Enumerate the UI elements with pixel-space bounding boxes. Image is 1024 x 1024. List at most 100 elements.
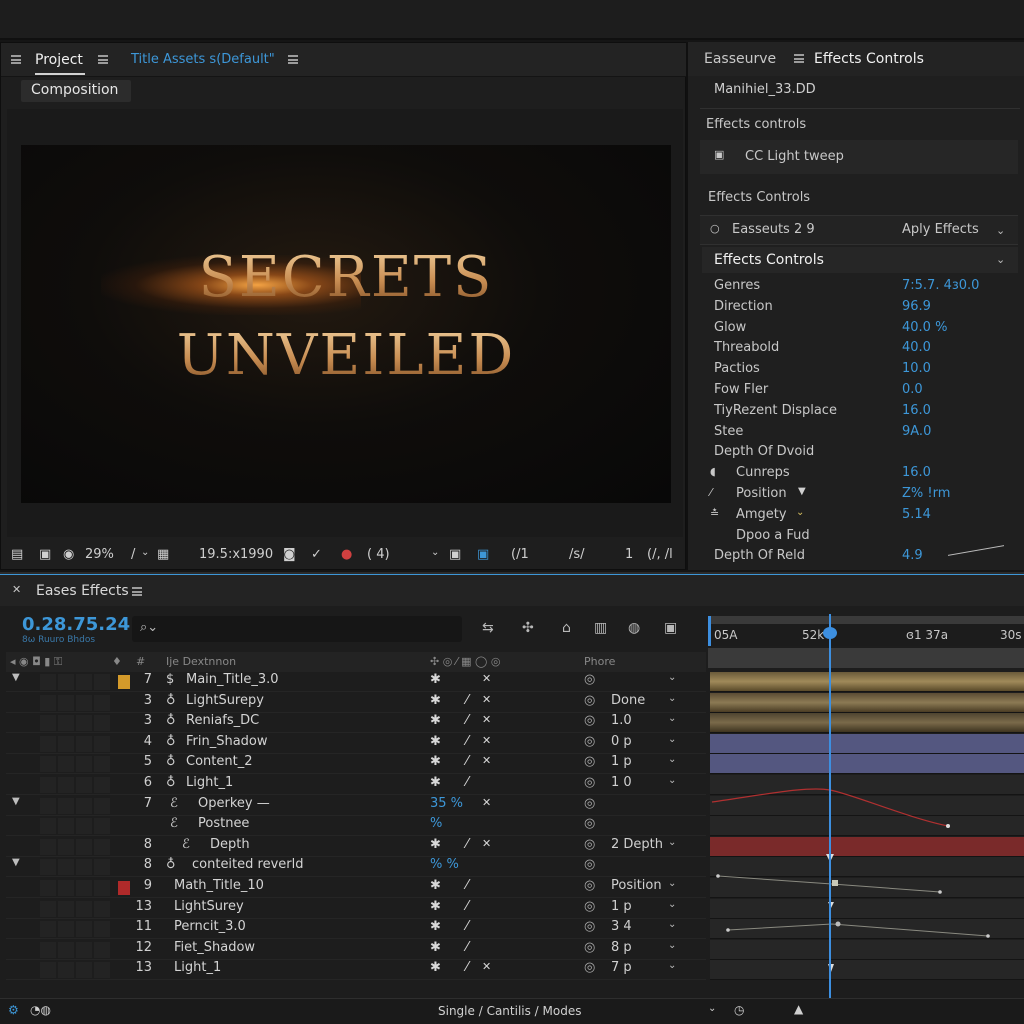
switch-cell[interactable] (94, 921, 110, 938)
chevron-down-icon[interactable]: ⌄ (668, 878, 676, 889)
layer-row[interactable]: 6 ♁ Light_1 ✱ ⁄ ◎ 1 0 ⌄ (6, 775, 706, 795)
switch-cell[interactable] (76, 962, 92, 979)
effect-property-row[interactable]: ≛ Amgety ⌄ 5.14 (688, 507, 1024, 527)
modes-label[interactable]: Single / Cantilis / Modes (438, 1004, 581, 1018)
switch-cell[interactable] (94, 962, 110, 979)
switch-cell[interactable] (40, 880, 56, 896)
effect-property-value[interactable]: 5.14 (902, 507, 931, 522)
chevron-down-icon[interactable]: ⌄ (668, 734, 676, 745)
switch-cell[interactable] (76, 941, 92, 958)
quality-switch-icon[interactable]: ⁄ (466, 734, 468, 749)
channel-readout[interactable]: ( 4) (367, 547, 390, 562)
layer-name[interactable]: Main_Title_3.0 (186, 672, 279, 687)
shy-switch-icon[interactable]: ✱ (430, 672, 441, 687)
switch-cell[interactable] (58, 941, 74, 958)
parent-pickwhip-icon[interactable]: ◎ (584, 754, 595, 769)
keyframe-dot[interactable] (938, 890, 942, 894)
switch-cell[interactable] (58, 859, 74, 876)
snapshot-icon[interactable]: ▤ (11, 547, 23, 562)
quality-switch-icon[interactable]: ⁄ (466, 837, 468, 852)
tab-title-assets[interactable]: Title Assets s(Default" (131, 52, 275, 67)
tab-effects-controls[interactable]: Effects Controls (814, 51, 924, 67)
parent-dropdown[interactable]: Done (611, 693, 645, 708)
close-icon[interactable]: ✕ (12, 583, 21, 596)
parent-pickwhip-icon[interactable]: ◎ (584, 960, 595, 975)
composition-button[interactable]: Composition (21, 80, 131, 102)
switch-cell[interactable] (40, 818, 56, 835)
current-timecode[interactable]: 0.28.75.24 (22, 614, 130, 635)
layer-name[interactable]: Postnee (198, 816, 249, 831)
chevron-down-icon[interactable]: ⌄ (668, 775, 676, 786)
align-icon[interactable]: ≛ (710, 507, 719, 520)
switch-cell[interactable] (76, 694, 92, 711)
column-source-name[interactable]: Ije Dextnnon (166, 655, 236, 668)
chevron-down-icon[interactable]: ⌄ (668, 899, 676, 910)
switch-cell[interactable] (94, 735, 110, 752)
switch-cell[interactable] (76, 838, 92, 855)
region-icon[interactable]: ▣ (449, 547, 461, 562)
keyframe-square[interactable] (832, 880, 838, 886)
switch-cell[interactable] (94, 900, 110, 917)
layer-name[interactable]: Perncit_3.0 (174, 919, 246, 934)
effect-property-value[interactable]: 96.9 (902, 299, 931, 314)
caret-down-icon[interactable]: ▼ (798, 486, 806, 497)
quality-switch-icon[interactable]: ⁄ (466, 775, 468, 790)
layer-name[interactable]: LightSurepy (186, 693, 264, 708)
draft-3d-icon[interactable]: ✣ (522, 620, 534, 636)
fx-toggle-icon[interactable]: ▣ (714, 148, 724, 161)
effect-property-value[interactable]: 4.9 (902, 548, 923, 563)
parent-dropdown[interactable]: 1 p (611, 754, 632, 769)
effect-switch-icon[interactable]: ✕ (482, 960, 491, 973)
frame-blending-icon[interactable]: ▥ (594, 620, 607, 636)
shy-switch-icon[interactable]: ✱ (430, 940, 441, 955)
headphones-icon[interactable]: ◖ (710, 465, 716, 478)
layer-name[interactable]: Depth (210, 837, 250, 852)
switch-cell[interactable] (58, 735, 74, 752)
parent-pickwhip-icon[interactable]: ◎ (584, 878, 595, 893)
switch-cell[interactable] (58, 756, 74, 773)
parent-pickwhip-icon[interactable]: ◎ (584, 713, 595, 728)
toggle-icon[interactable]: ◔◍ (30, 1003, 51, 1017)
chevron-down-icon[interactable]: ⌄ (708, 1003, 716, 1014)
pen-icon[interactable]: ⁄ (710, 486, 712, 499)
switch-cell[interactable] (76, 859, 92, 876)
chevron-down-icon[interactable]: ⌄ (796, 507, 804, 518)
chevron-down-icon[interactable]: ⌄ (431, 547, 439, 558)
layer-name[interactable]: conteited reverld (192, 857, 303, 872)
keyframe-dot[interactable] (716, 874, 720, 878)
switch-cell[interactable] (40, 962, 56, 979)
view-field-1[interactable]: (/1 (511, 547, 529, 562)
parent-dropdown[interactable]: 0 p (611, 734, 632, 749)
effect-switch-icon[interactable]: ✕ (482, 796, 491, 809)
effect-property-value[interactable]: 10.0 (902, 361, 931, 376)
keyframe-dot[interactable] (835, 921, 841, 927)
parent-pickwhip-icon[interactable]: ◎ (584, 693, 595, 708)
tab-project[interactable]: Project (35, 52, 83, 68)
layer-row[interactable]: ▼ 8 ♁ conteited reverld % % ◎ (6, 857, 706, 878)
composition-viewer[interactable]: SECRETS UNVEILED (21, 145, 671, 503)
effect-property-row[interactable]: Glow 40.0 % (688, 320, 1024, 340)
switch-cell[interactable] (40, 838, 56, 855)
switch-cell[interactable] (94, 859, 110, 876)
switch-cell[interactable] (40, 797, 56, 814)
layer-row[interactable]: 3 ♁ LightSurepy ✱ ⁄ ✕ ◎ Done ⌄ (6, 693, 706, 713)
parent-dropdown[interactable]: 3 4 (611, 919, 632, 934)
effect-property-row[interactable]: Stee 9A.0 (688, 424, 1024, 444)
switch-cell[interactable] (58, 777, 74, 793)
switch-cell[interactable] (94, 941, 110, 958)
shy-switch-icon[interactable]: ✱ (430, 837, 441, 852)
motion-blur-icon[interactable]: ◍ (628, 620, 640, 636)
view-field-4[interactable]: (/, /l (647, 547, 673, 562)
parent-dropdown[interactable]: 1 p (611, 899, 632, 914)
panel-grip-icon[interactable] (11, 55, 21, 64)
chevron-down-icon[interactable]: ⌄ (668, 837, 676, 848)
shy-switch-icon[interactable]: ✱ (430, 878, 441, 893)
switch-cell[interactable] (58, 921, 74, 938)
chevron-down-icon[interactable]: ⌄ (996, 253, 1005, 266)
quality-switch-icon[interactable]: ⁄ (466, 919, 468, 934)
parent-pickwhip-icon[interactable]: ◎ (584, 940, 595, 955)
layer-row[interactable]: 4 ♁ Frin_Shadow ✱ ⁄ ✕ ◎ 0 p ⌄ (6, 734, 706, 754)
work-area-bar[interactable] (708, 616, 1024, 624)
switch-cell[interactable] (40, 777, 56, 793)
layer-row[interactable]: 12 Fiet_Shadow ✱ ⁄ ◎ 8 p ⌄ (6, 940, 706, 960)
